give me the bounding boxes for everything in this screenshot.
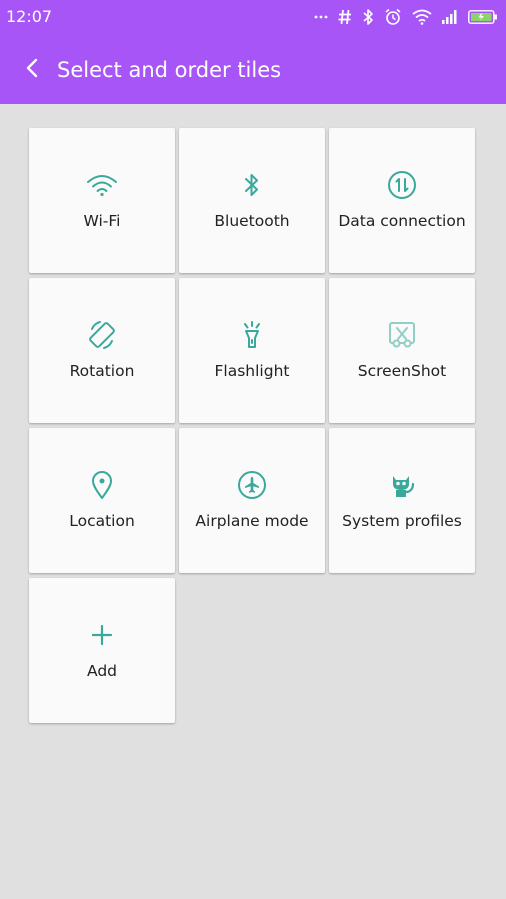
more-dots-icon (314, 15, 328, 19)
alarm-icon (384, 8, 402, 26)
tile-data-connection[interactable]: Data connection (329, 128, 475, 273)
wifi-icon (412, 9, 432, 25)
tile-screenshot[interactable]: ScreenShot (329, 278, 475, 423)
wifi-icon (29, 170, 175, 200)
back-button[interactable] (18, 56, 46, 84)
page-title: Select and order tiles (57, 58, 282, 82)
data-connection-icon (329, 170, 475, 200)
status-bar: 12:07 (0, 0, 506, 34)
tile-airplane-mode[interactable]: Airplane mode (179, 428, 325, 573)
status-time: 12:07 (6, 7, 53, 26)
tile-label: Bluetooth (214, 212, 290, 230)
tile-label: Data connection (338, 212, 466, 230)
tile-location[interactable]: Location (29, 428, 175, 573)
signal-icon (442, 10, 458, 24)
tile-label: Add (86, 662, 117, 680)
tile-bluetooth[interactable]: Bluetooth (179, 128, 325, 273)
tile-label: Flashlight (214, 362, 290, 380)
tile-label: System profiles (342, 512, 462, 530)
tile-label: ScreenShot (357, 362, 447, 380)
tile-label: Rotation (69, 362, 135, 380)
screenshot-icon (329, 320, 475, 350)
tile-label: Wi-Fi (83, 212, 121, 230)
system-profiles-icon (329, 470, 475, 500)
tile-label: Airplane mode (195, 512, 309, 530)
airplane-icon (179, 470, 325, 500)
toolbar: Select and order tiles (0, 44, 506, 96)
tile-add[interactable]: Add (29, 578, 175, 723)
tile-wifi[interactable]: Wi-Fi (29, 128, 175, 273)
rotation-icon (29, 320, 175, 350)
battery-icon (468, 10, 498, 24)
tile-system-profiles[interactable]: System profiles (329, 428, 475, 573)
plus-icon (29, 620, 175, 650)
status-icons (314, 6, 498, 28)
app-bar: 12:07 Select and order tiles (0, 0, 506, 104)
hash-icon (338, 9, 352, 25)
flashlight-icon (179, 320, 325, 350)
bluetooth-icon (179, 170, 325, 200)
tile-rotation[interactable]: Rotation (29, 278, 175, 423)
tile-flashlight[interactable]: Flashlight (179, 278, 325, 423)
chevron-left-icon (25, 58, 39, 82)
tile-label: Location (69, 512, 135, 530)
location-pin-icon (29, 470, 175, 500)
bluetooth-icon (362, 8, 374, 26)
